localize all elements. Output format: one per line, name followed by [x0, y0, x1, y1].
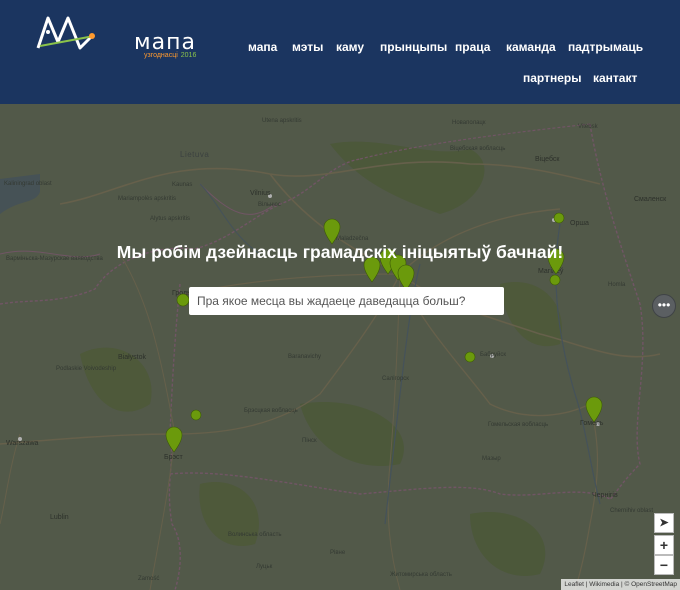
- nav-item-partnery[interactable]: партнеры: [523, 71, 581, 85]
- map-markers: [165, 212, 603, 453]
- search-input[interactable]: [189, 287, 504, 315]
- locate-icon[interactable]: ➤: [654, 513, 674, 533]
- map-marker-cluster[interactable]: [464, 351, 476, 363]
- map-marker-cluster[interactable]: [190, 409, 202, 421]
- map-marker[interactable]: [585, 396, 603, 423]
- map-marker[interactable]: [323, 218, 341, 245]
- logo-subtitle-text: узгоднасці: [144, 52, 178, 59]
- nav-item-kamu[interactable]: каму: [336, 40, 364, 54]
- nav-item-praca[interactable]: праца: [455, 40, 490, 54]
- map-marker-cluster[interactable]: [549, 274, 561, 286]
- map-more-button[interactable]: •••: [652, 294, 676, 318]
- map-marker-cluster[interactable]: [176, 293, 190, 307]
- nav-item-pryncypy[interactable]: прынцыпы: [380, 40, 447, 54]
- logo[interactable]: мапа узгоднасці 2016: [34, 12, 196, 62]
- map-marker-cluster[interactable]: [553, 212, 565, 224]
- logo-subtitle: узгоднасці 2016: [144, 52, 196, 59]
- nav-item-mapa[interactable]: мапа: [248, 40, 277, 54]
- nav-item-kamanda[interactable]: каманда: [506, 40, 556, 54]
- nav-item-padtrymac[interactable]: падтрымаць: [568, 40, 643, 54]
- nav-item-kantakt[interactable]: кантакт: [593, 71, 637, 85]
- zoom-in-button[interactable]: +: [654, 535, 674, 555]
- map-marker[interactable]: [165, 426, 183, 453]
- hero-title: Мы робім дзейнасць грамадскіх ініцыятыў …: [116, 242, 564, 262]
- site-header: мапа узгоднасці 2016 мапа мэты каму прынц…: [0, 0, 680, 104]
- zoom-out-button[interactable]: −: [654, 555, 674, 575]
- logo-year: 2016: [180, 52, 197, 59]
- map-attribution[interactable]: Leaflet | Wikimedia | © OpenStreetMap: [561, 579, 680, 590]
- nav-item-mety[interactable]: мэты: [292, 40, 323, 54]
- map[interactable]: Utena apskritis Новаполацк Віцебск Lietu…: [0, 104, 680, 590]
